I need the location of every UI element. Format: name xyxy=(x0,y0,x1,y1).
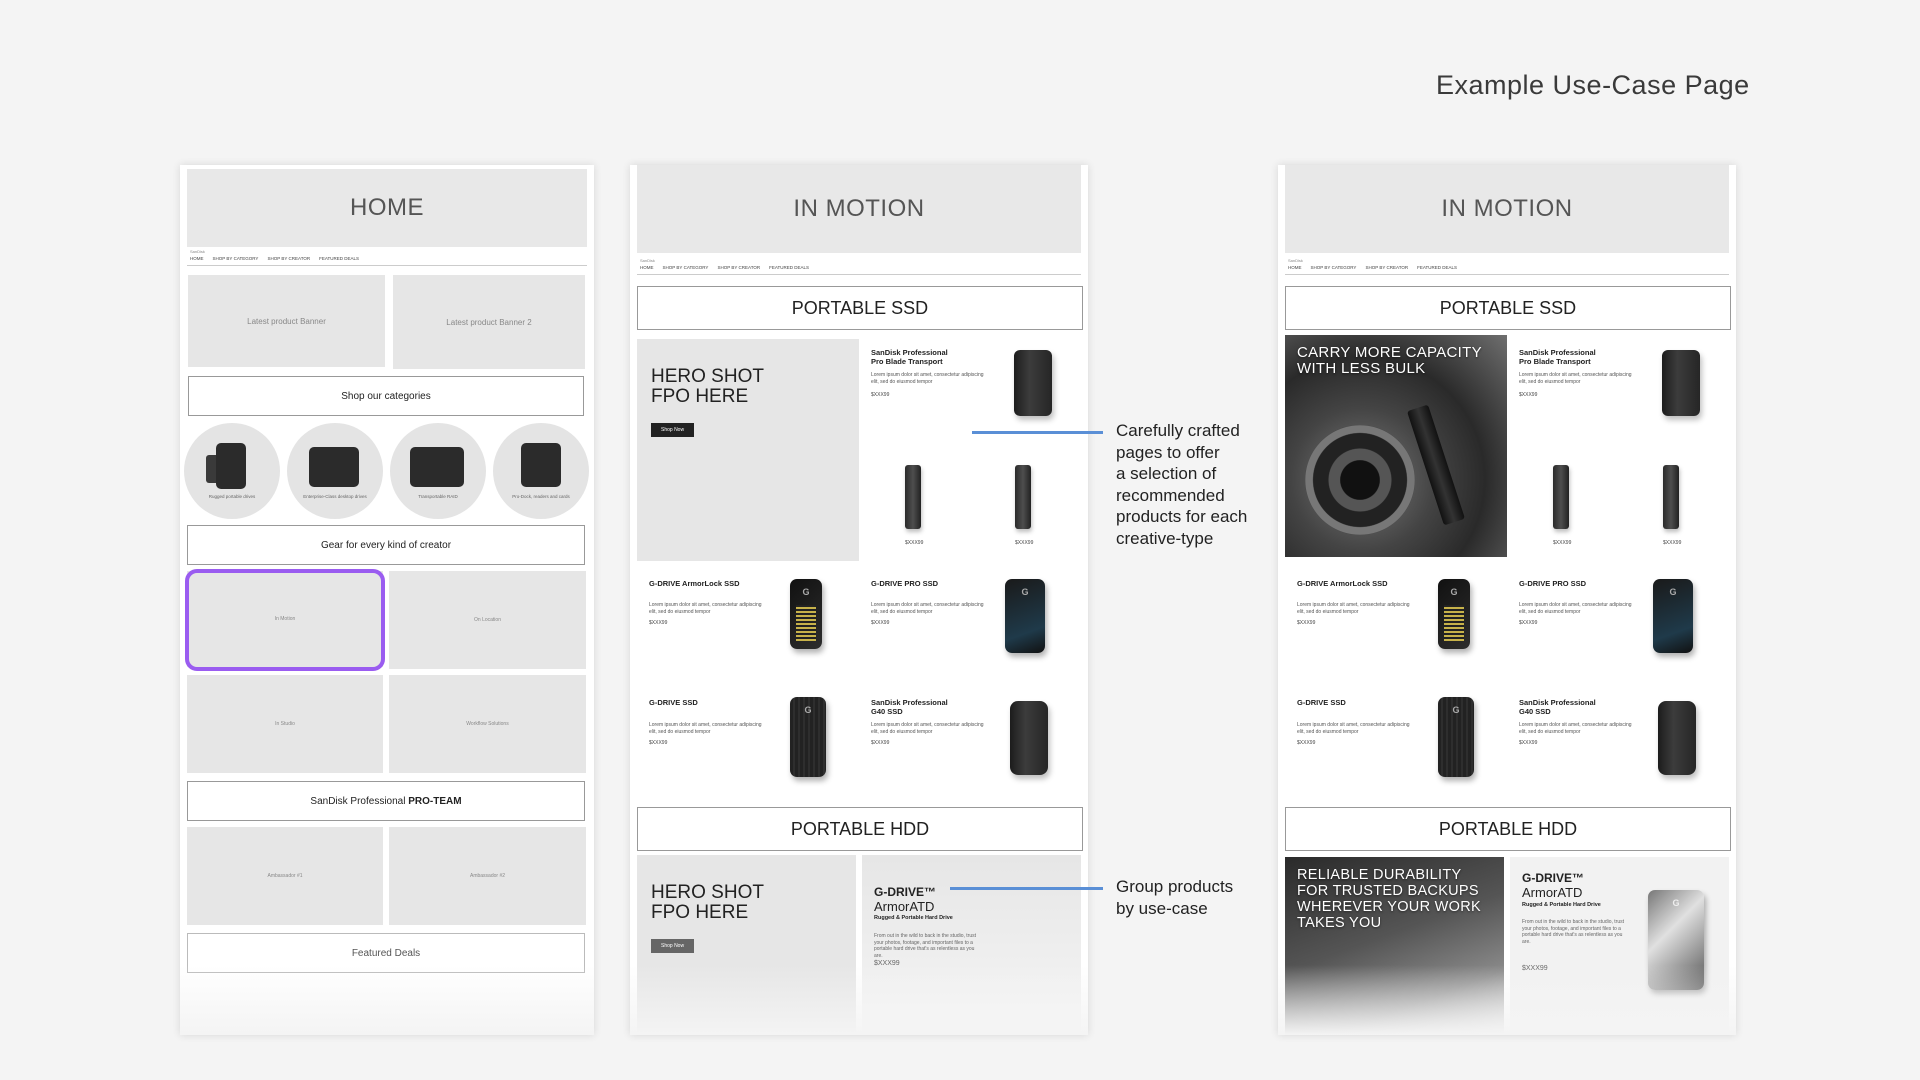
creator-on-location[interactable]: On Location xyxy=(389,571,586,669)
creator-workflow[interactable]: Workflow Solutions xyxy=(389,675,586,773)
in-motion-final: IN MOTION SanDisk HOME SHOP BY CATEGORY … xyxy=(1278,165,1736,1035)
callout-group-products: Group products by use-case xyxy=(1116,877,1234,918)
latest-banner-1[interactable]: Latest product Banner xyxy=(188,275,385,367)
portable-hdd-title: PORTABLE HDD xyxy=(1285,807,1731,851)
drive-icon xyxy=(309,447,359,487)
drive-image xyxy=(1014,350,1052,416)
callout-line-1 xyxy=(972,431,1103,434)
callout-line-2 xyxy=(950,887,1103,890)
in-motion-wireframe: IN MOTION SanDisk HOME SHOP BY CATEGORY … xyxy=(630,165,1088,1035)
proteam-title: SanDisk Professional PRO-TEAM xyxy=(187,781,585,821)
hero-shot-ssd[interactable]: HERO SHOT FPO HERE Shop Now xyxy=(637,339,859,561)
drive-image: G xyxy=(1005,579,1045,653)
home-page-mockup: HOME SanDisk HOME SHOP BY CATEGORY SHOP … xyxy=(180,165,594,1035)
nav-shop-category[interactable]: SHOP BY CATEGORY xyxy=(213,256,259,261)
portable-hdd-title: PORTABLE HDD xyxy=(637,807,1083,851)
nav-featured-deals[interactable]: FEATURED DEALS xyxy=(319,256,359,261)
drive-image xyxy=(1010,701,1048,775)
drive-image xyxy=(1658,701,1696,775)
portable-ssd-title: PORTABLE SSD xyxy=(637,286,1083,330)
nav-home[interactable]: HOME xyxy=(190,256,204,261)
ambassador-1[interactable]: Ambassador #1 xyxy=(187,827,383,925)
hero-text: HERO SHOT FPO HERE xyxy=(651,366,764,407)
category-raid[interactable]: Transportable RAID xyxy=(390,423,486,519)
callout-crafted-pages: Carefully crafted pages to offer a selec… xyxy=(1116,421,1248,548)
drive-icon xyxy=(410,447,464,487)
shop-now-button[interactable]: Shop Now xyxy=(651,423,695,437)
drive-image: G xyxy=(1438,697,1474,777)
ssd-lifestyle-photo[interactable]: CARRY MORE CAPACITY WITH LESS BULK xyxy=(1285,335,1507,557)
in-motion-header: IN MOTION xyxy=(637,165,1081,253)
shop-categories-title: Shop our categories xyxy=(188,376,584,416)
ssd-stick-image xyxy=(1406,404,1466,526)
dock-icon xyxy=(521,443,561,487)
portable-ssd-title: PORTABLE SSD xyxy=(1285,286,1731,330)
blade-mag-image xyxy=(905,465,921,529)
camera-lens-image xyxy=(1305,425,1415,535)
in-motion-highlight xyxy=(185,569,385,671)
latest-banner-2[interactable]: Latest product Banner 2 xyxy=(393,275,585,369)
home-header: HOME xyxy=(187,169,587,247)
home-nav: HOME SHOP BY CATEGORY SHOP BY CREATOR FE… xyxy=(190,256,359,261)
shop-now-button[interactable]: Shop Now xyxy=(651,939,695,953)
nav-logo: SanDisk xyxy=(190,249,205,254)
nav-divider xyxy=(187,265,587,266)
drive-image: G xyxy=(1653,579,1693,653)
creator-title: Gear for every kind of creator xyxy=(187,525,585,565)
blade-mag-image xyxy=(1015,465,1031,529)
category-rugged[interactable]: Rugged portable drives xyxy=(184,423,280,519)
category-pro-dock[interactable]: Pro-Dock, readers and cards xyxy=(493,423,589,519)
nav-shop-creator[interactable]: SHOP BY CREATOR xyxy=(267,256,310,261)
drive-image: G xyxy=(790,697,826,777)
drive-icon xyxy=(216,443,246,489)
in-motion-header: IN MOTION xyxy=(1285,165,1729,253)
page-title: Example Use-Case Page xyxy=(1436,70,1750,100)
creator-in-studio[interactable]: In Studio xyxy=(187,675,383,773)
drive-image xyxy=(1662,350,1700,416)
category-enterprise[interactable]: Enterprise-Class desktop drives xyxy=(287,423,383,519)
ambassador-2[interactable]: Ambassador #2 xyxy=(389,827,586,925)
